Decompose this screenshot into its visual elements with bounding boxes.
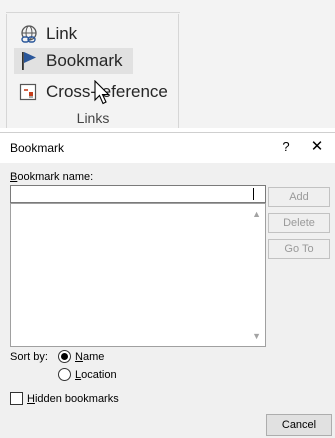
bookmark-name-label-text: ookmark name: [17,171,94,183]
mouse-cursor-icon [94,80,110,105]
sort-location-label: Location [75,369,117,381]
sort-name-accelerator: N [75,351,83,363]
scroll-up-icon[interactable]: ▲ [252,209,261,219]
scroll-down-icon[interactable]: ▼ [252,331,261,341]
bookmark-list[interactable]: ▲ ▼ [10,203,266,347]
ribbon-divider-right [178,14,179,128]
sort-name-radio[interactable] [58,350,71,363]
delete-button[interactable]: Delete [268,213,330,233]
dialog-title: Bookmark [10,141,65,155]
bookmark-name-label: Bookmark name: [10,171,93,183]
add-button[interactable]: Add [268,187,330,207]
ribbon-divider-left [6,14,7,128]
hidden-bookmarks-checkbox[interactable] [10,392,23,405]
ribbon-links-group: Link Bookmark Cross-reference Links [0,0,335,128]
cross-reference-button[interactable]: Cross-reference [18,79,168,105]
help-button[interactable]: ? [278,139,294,154]
bookmark-name-input[interactable] [10,185,266,203]
link-label: Link [46,24,78,43]
sort-by-label: Sort by: [10,351,48,363]
sort-name-label: Name [75,351,104,363]
hidden-bookmarks-accelerator: H [27,393,35,405]
link-icon [18,23,40,45]
bookmark-flag-icon [18,50,40,72]
dialog-titlebar: Bookmark ? ✕ [0,133,335,163]
cancel-button[interactable]: Cancel [266,414,332,436]
bookmark-dialog: Bookmark ? ✕ Bookmark name: ▲ ▼ Add Dele… [0,132,335,438]
hidden-bookmarks-label: Hidden bookmarks [27,393,119,405]
bookmark-button[interactable]: Bookmark [14,48,133,74]
link-button[interactable]: Link [18,21,77,47]
hidden-bookmarks-label-text: idden bookmarks [34,393,119,405]
sort-location-label-text: ocation [81,369,117,381]
ribbon-divider-top [6,12,180,13]
goto-button[interactable]: Go To [268,239,330,259]
bookmark-label: Bookmark [46,51,123,70]
text-caret [253,188,254,200]
sort-location-radio[interactable] [58,368,71,381]
cross-reference-icon [18,81,40,103]
close-button[interactable]: ✕ [308,137,326,155]
group-label: Links [76,110,110,126]
list-scrollbar[interactable]: ▲ ▼ [248,204,265,346]
sort-name-label-text: ame [82,351,105,363]
